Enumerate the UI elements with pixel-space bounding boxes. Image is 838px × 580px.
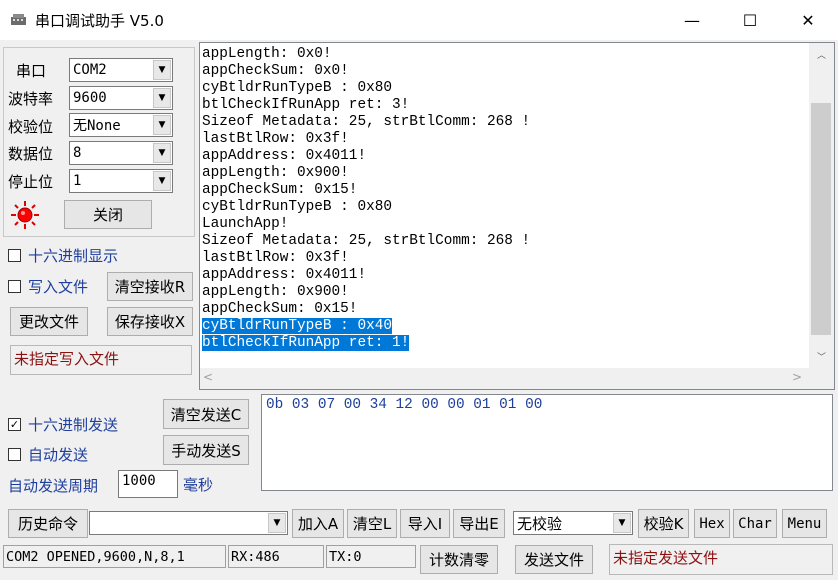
chevron-down-icon[interactable]: ▼ xyxy=(153,115,171,135)
log-line: appAddress: 0x4011! xyxy=(202,148,367,164)
period-unit: 毫秒 xyxy=(183,476,214,494)
menu-button[interactable]: Menu xyxy=(782,509,827,538)
log-line: Sizeof Metadata: 25, strBtlComm: 268 ! xyxy=(202,114,531,130)
rx-counter: RX:486 xyxy=(228,545,324,568)
parity-select[interactable]: 无None ▼ xyxy=(69,113,173,137)
hex-send-checkbox[interactable]: ✓ xyxy=(8,418,21,431)
send-data: 0b 03 07 00 34 12 00 00 01 01 00 xyxy=(266,397,543,413)
checksum-button[interactable]: 校验K xyxy=(638,509,689,538)
log-line: appLength: 0x900! xyxy=(202,165,349,181)
log-line: appLength: 0x900! xyxy=(202,284,349,300)
chevron-left-icon[interactable]: < xyxy=(203,370,213,384)
send-file-status: 未指定发送文件 xyxy=(613,549,719,567)
log-line: cyBtldrRunTypeB : 0x80 xyxy=(202,199,392,215)
vertical-scrollbar[interactable]: ︿ ﹀ xyxy=(809,43,834,389)
log-line: Sizeof Metadata: 25, strBtlComm: 268 ! xyxy=(202,233,531,249)
parity-label: 校验位 xyxy=(8,118,54,136)
vertical-scroll-thumb[interactable] xyxy=(811,103,831,335)
send-textarea[interactable]: 0b 03 07 00 34 12 00 00 01 01 00 xyxy=(261,394,833,491)
baud-select[interactable]: 9600 ▼ xyxy=(69,86,173,110)
hex-display-label: 十六进制显示 xyxy=(28,247,119,265)
port-status: COM2 OPENED,9600,N,8,1 xyxy=(3,545,226,568)
log-line: lastBtlRow: 0x3f! xyxy=(202,131,349,147)
log-line: cyBtldrRunTypeB : 0x80 xyxy=(202,80,392,96)
period-label: 自动发送周期 xyxy=(8,477,99,495)
chevron-down-icon[interactable]: ▼ xyxy=(268,513,286,533)
manual-send-button[interactable]: 手动发送S xyxy=(163,435,249,465)
baud-label: 波特率 xyxy=(8,90,54,108)
title-bar: 串口调试助手 V5.0 — ☐ ✕ xyxy=(0,0,838,40)
checksum-select[interactable]: 无校验 ▼ xyxy=(513,511,633,535)
log-line: lastBtlRow: 0x3f! xyxy=(202,250,349,266)
horizontal-scrollbar[interactable]: < > xyxy=(200,368,809,389)
parity-value: 无None xyxy=(73,118,121,134)
maximize-icon: ☐ xyxy=(742,10,758,30)
write-file-status-box: 未指定写入文件 xyxy=(10,345,192,375)
chevron-down-icon[interactable]: ﹀ xyxy=(809,345,834,367)
close-port-button[interactable]: 关闭 xyxy=(64,200,152,229)
clear-counter-button[interactable]: 计数清零 xyxy=(420,545,498,574)
send-file-status-box: 未指定发送文件 xyxy=(609,544,833,575)
log-line: appCheckSum: 0x15! xyxy=(202,301,358,317)
period-input[interactable]: 1000 xyxy=(118,470,178,498)
import-button[interactable]: 导入I xyxy=(400,509,450,538)
window-title: 串口调试助手 V5.0 xyxy=(35,12,164,30)
stopbits-value: 1 xyxy=(73,173,82,189)
log-line: appCheckSum: 0x0! xyxy=(202,63,349,79)
history-select[interactable]: ▼ xyxy=(89,511,288,535)
receive-log: appLength: 0x0! appCheckSum: 0x0! cyBtldrR… xyxy=(202,46,809,352)
databits-value: 8 xyxy=(73,145,82,161)
close-icon: ✕ xyxy=(801,10,815,30)
databits-label: 数据位 xyxy=(8,145,54,163)
maximize-button[interactable]: ☐ xyxy=(721,0,779,40)
minimize-icon: — xyxy=(684,10,700,30)
chevron-right-icon[interactable]: > xyxy=(792,370,802,384)
tx-counter: TX:0 xyxy=(326,545,416,568)
char-button[interactable]: Char xyxy=(733,509,777,538)
add-history-button[interactable]: 加入A xyxy=(292,509,344,538)
checksum-value: 无校验 xyxy=(517,514,563,533)
change-file-button[interactable]: 更改文件 xyxy=(10,307,88,336)
clear-send-button[interactable]: 清空发送C xyxy=(163,399,249,429)
chevron-down-icon[interactable]: ▼ xyxy=(153,171,171,191)
log-line: LaunchApp! xyxy=(202,216,289,232)
clear-history-button[interactable]: 清空L xyxy=(347,509,397,538)
auto-send-label: 自动发送 xyxy=(28,446,89,464)
log-line-selected: cyBtldrRunTypeB : 0x40 xyxy=(202,318,392,334)
save-receive-button[interactable]: 保存接收X xyxy=(107,307,193,336)
log-line: appAddress: 0x4011! xyxy=(202,267,367,283)
log-line: appLength: 0x0! xyxy=(202,46,332,62)
minimize-button[interactable]: — xyxy=(663,0,721,40)
serial-port-icon xyxy=(11,14,26,25)
write-file-status: 未指定写入文件 xyxy=(14,350,120,368)
baud-value: 9600 xyxy=(73,90,107,106)
history-button[interactable]: 历史命令 xyxy=(8,509,88,538)
stopbits-label: 停止位 xyxy=(8,173,54,191)
databits-select[interactable]: 8 ▼ xyxy=(69,141,173,165)
port-value: COM2 xyxy=(73,62,107,78)
log-line: appCheckSum: 0x15! xyxy=(202,182,358,198)
chevron-down-icon[interactable]: ▼ xyxy=(613,513,631,533)
stopbits-select[interactable]: 1 ▼ xyxy=(69,169,173,193)
log-line: btlCheckIfRunApp ret: 3! xyxy=(202,97,410,113)
chevron-down-icon[interactable]: ▼ xyxy=(153,60,171,80)
log-line-selected: btlCheckIfRunApp ret: 1! xyxy=(202,335,410,351)
write-file-label: 写入文件 xyxy=(28,278,89,296)
export-button[interactable]: 导出E xyxy=(453,509,505,538)
send-file-button[interactable]: 发送文件 xyxy=(515,545,593,574)
port-label: 串口 xyxy=(16,62,47,80)
chevron-down-icon[interactable]: ▼ xyxy=(153,88,171,108)
clear-receive-button[interactable]: 清空接收R xyxy=(107,272,193,301)
red-led-icon xyxy=(11,201,39,229)
receive-textarea[interactable]: appLength: 0x0! appCheckSum: 0x0! cyBtldrR… xyxy=(199,42,835,390)
close-window-button[interactable]: ✕ xyxy=(779,0,837,40)
hex-send-label: 十六进制发送 xyxy=(28,416,119,434)
hex-display-checkbox[interactable] xyxy=(8,249,21,262)
auto-send-checkbox[interactable] xyxy=(8,448,21,461)
chevron-down-icon[interactable]: ▼ xyxy=(153,143,171,163)
port-select[interactable]: COM2 ▼ xyxy=(69,58,173,82)
write-file-checkbox[interactable] xyxy=(8,280,21,293)
chevron-up-icon[interactable]: ︿ xyxy=(809,43,834,65)
hex-button[interactable]: Hex xyxy=(694,509,730,538)
